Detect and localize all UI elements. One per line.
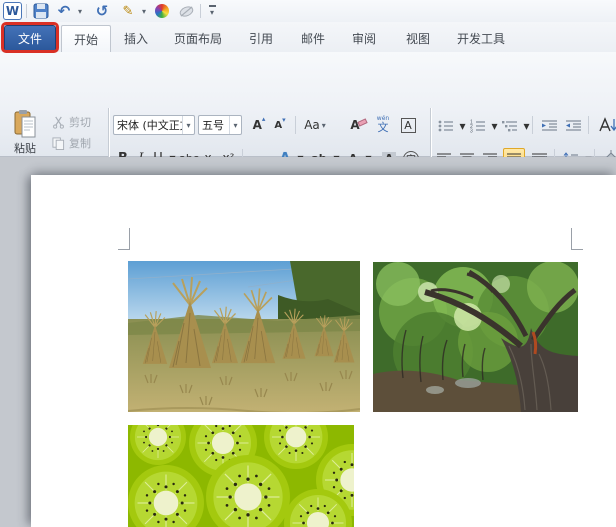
kiwi-slices-photo[interactable] [128, 425, 354, 527]
multilevel-list-icon [502, 120, 517, 131]
grow-font-glyph: A [252, 118, 262, 132]
undo-dropdown-icon[interactable]: ▾ [76, 2, 84, 20]
copy-button[interactable]: 复制 [52, 135, 91, 151]
chevron-down-icon: ▾ [209, 8, 214, 17]
pens-dropdown-icon[interactable]: ▾ [140, 2, 148, 20]
quick-access-toolbar: W ↶ ▾ ↺ ✎ ▾ ▾ [0, 0, 616, 22]
shrink-font-glyph: A [274, 120, 283, 131]
margin-mark-top-left [118, 228, 130, 250]
tab-mailings[interactable]: 邮件 [289, 25, 337, 52]
cut-button[interactable]: 剪切 [52, 114, 91, 130]
increase-indent-icon [565, 120, 581, 130]
sort-icon [599, 116, 616, 131]
decrease-indent-icon [541, 120, 557, 130]
word-window: W ↶ ▾ ↺ ✎ ▾ ▾ 文件 开始 插入 页面布局 引用 邮件 审阅 视图 … [0, 0, 616, 527]
font-name-combo[interactable]: 宋体 (中文正文 ▾ [113, 115, 195, 135]
font-size-value: 五号 [202, 119, 224, 132]
old-tree-forest-photo[interactable] [373, 262, 578, 412]
numbering-icon: 123 [470, 119, 485, 133]
color-sphere-icon [155, 4, 169, 18]
paste-clipboard-icon [14, 110, 36, 138]
tab-home[interactable]: 开始 [61, 25, 111, 52]
chevron-down-icon: ▾ [321, 120, 326, 130]
document-area: 百科全说 助你轻松解决 [0, 157, 616, 527]
bullets-icon [438, 120, 453, 131]
bullets-dropdown-icon[interactable]: ▾ [458, 116, 467, 135]
shrink-font-button[interactable]: A ▾ [271, 116, 289, 135]
phonetic-base: 文 [377, 121, 389, 134]
phonetic-guide-button[interactable]: wén 文 [371, 113, 395, 136]
tab-insert[interactable]: 插入 [113, 25, 159, 52]
numbering-dropdown-icon[interactable]: ▾ [490, 116, 499, 135]
character-border-button[interactable]: A [398, 116, 418, 135]
grow-font-button[interactable]: A ▴ [249, 115, 269, 135]
divider [26, 4, 27, 18]
divider [295, 116, 296, 134]
divider [588, 116, 589, 134]
decrease-indent-button[interactable] [538, 116, 560, 135]
change-case-glyph: Aa [304, 118, 320, 132]
tab-page-layout[interactable]: 页面布局 [161, 25, 235, 52]
tab-review[interactable]: 审阅 [340, 25, 388, 52]
scissors-icon [53, 116, 64, 129]
customize-qat-button[interactable]: ▾ [205, 2, 219, 20]
up-arrow-icon: ▴ [261, 115, 266, 123]
bullets-button[interactable] [436, 116, 456, 135]
multilevel-dropdown-icon[interactable]: ▾ [522, 116, 531, 135]
save-icon [33, 3, 49, 19]
ribbon: 粘贴 ▾ 剪切 复制 格式刷 剪贴板 [0, 52, 616, 199]
overbar-icon [208, 5, 216, 7]
undo-button[interactable]: ↶ [56, 2, 72, 20]
word-logo-icon[interactable]: W [3, 2, 22, 20]
redo-button[interactable]: ↺ [94, 2, 110, 20]
divider [200, 4, 201, 18]
numbering-button[interactable]: 123 [468, 116, 488, 135]
copy-icon [52, 136, 65, 150]
ribbon-tab-bar: 文件 开始 插入 页面布局 引用 邮件 审阅 视图 开发工具 [0, 22, 616, 52]
save-button[interactable] [32, 2, 50, 20]
copy-label: 复制 [69, 137, 91, 150]
character-border-glyph: A [400, 118, 416, 133]
down-arrow-icon: ▾ [282, 116, 286, 124]
eraser-icon [179, 5, 193, 17]
font-size-combo[interactable]: 五号 ▾ [198, 115, 242, 135]
change-case-button[interactable]: Aa ▾ [300, 115, 330, 135]
chevron-down-icon[interactable]: ▾ [182, 116, 194, 134]
tab-developer[interactable]: 开发工具 [446, 25, 516, 52]
tab-file[interactable]: 文件 [4, 25, 56, 52]
increase-indent-button[interactable] [562, 116, 584, 135]
eraser-button[interactable] [177, 2, 195, 20]
multilevel-list-button[interactable] [500, 116, 520, 135]
pens-button[interactable]: ✎ [120, 2, 136, 20]
colors-button[interactable] [154, 2, 170, 20]
sort-button[interactable] [594, 114, 616, 135]
divider [532, 116, 533, 134]
tab-references[interactable]: 引用 [237, 25, 285, 52]
tab-view[interactable]: 视图 [394, 25, 442, 52]
cut-label: 剪切 [69, 116, 91, 129]
margin-mark-top-right [571, 228, 583, 250]
paste-label: 粘贴 [14, 142, 36, 155]
font-name-value: 宋体 (中文正文 [117, 119, 182, 132]
chevron-down-icon[interactable]: ▾ [229, 116, 241, 134]
rice-straw-stacks-photo[interactable] [128, 261, 360, 412]
clear-formatting-button[interactable]: A [343, 115, 368, 135]
svg-text:3: 3 [470, 128, 473, 133]
